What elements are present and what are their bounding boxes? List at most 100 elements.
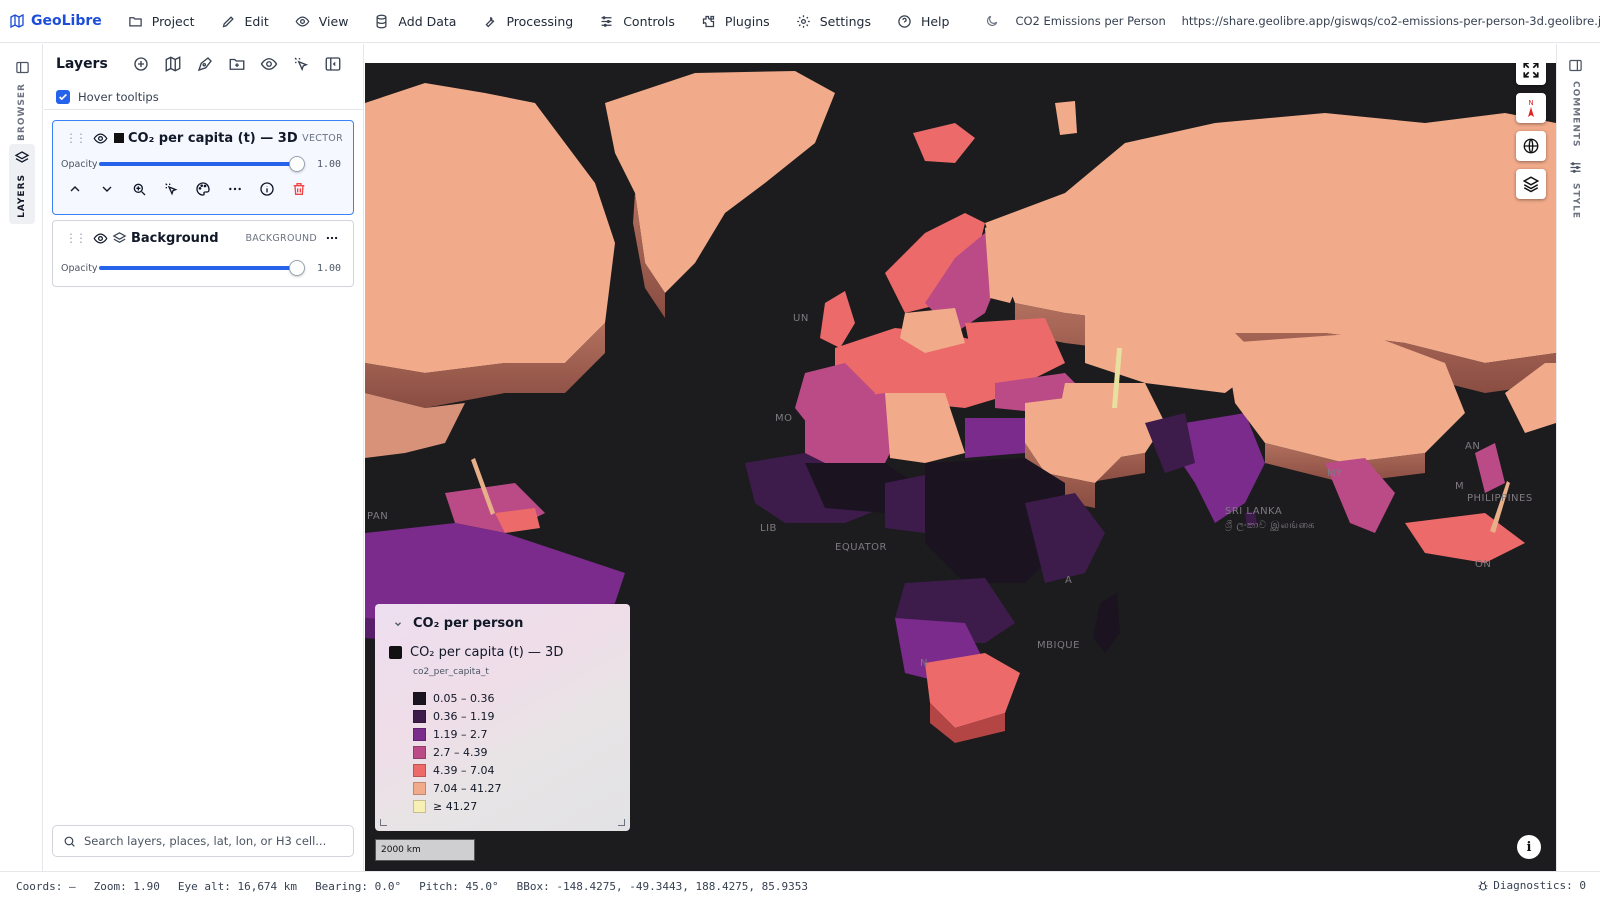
drag-handle-icon[interactable]: ⋮⋮ <box>65 231 87 245</box>
panel-title: Layers <box>56 56 108 72</box>
scale-bar: 2000 km <box>375 839 475 861</box>
compass-button[interactable]: N <box>1516 93 1546 123</box>
more-icon[interactable] <box>325 231 339 245</box>
add-group-icon[interactable] <box>228 55 246 73</box>
attribution-info-button[interactable]: i <box>1517 835 1541 859</box>
status-eye-alt: Eye alt: 16,674 km <box>177 879 298 893</box>
country-indonesia[interactable] <box>1405 513 1525 563</box>
menu-project[interactable]: Project <box>128 14 195 29</box>
chevron-down-icon[interactable] <box>393 619 403 629</box>
zoom-to-layer-icon[interactable] <box>131 181 147 197</box>
opacity-slider[interactable] <box>99 260 305 276</box>
status-coords: Coords: — <box>16 879 76 893</box>
document-url[interactable]: https://share.geolibre.app/giswqs/co2-em… <box>1182 14 1600 28</box>
move-down-icon[interactable] <box>99 181 115 197</box>
help-icon <box>898 14 911 28</box>
diagnostics-label: Diagnostics: 0 <box>1493 879 1586 892</box>
country-egypt[interactable] <box>965 418 1025 458</box>
legend-swatch <box>413 799 426 813</box>
identify-icon[interactable] <box>292 55 310 73</box>
gear-icon <box>796 14 810 28</box>
map-label: LIB <box>760 523 777 534</box>
legend-class: 7.04 – 41.27 <box>413 779 630 797</box>
add-basemap-icon[interactable] <box>132 55 150 73</box>
menu-project-label: Project <box>151 13 195 29</box>
rail-tab-browser[interactable]: BROWSER <box>9 54 35 147</box>
legend-class: 0.36 – 1.19 <box>413 707 630 725</box>
info-icon[interactable] <box>259 181 275 197</box>
map-label: ශ්‍රී ලංකාව இலங்கை <box>1225 520 1315 531</box>
eye-icon[interactable] <box>260 55 278 73</box>
brand-name: GeoLibre <box>31 13 102 29</box>
identify-icon[interactable] <box>163 181 179 197</box>
menu-plugins[interactable]: Plugins <box>701 14 770 29</box>
fullscreen-icon <box>1523 63 1539 78</box>
globe-icon <box>1523 138 1539 154</box>
visibility-eye-icon[interactable] <box>93 231 108 246</box>
opacity-slider-thumb[interactable] <box>289 260 305 276</box>
rail-tab-comments[interactable]: COMMENTS <box>1568 58 1583 147</box>
layer-search-box[interactable] <box>52 825 354 857</box>
hover-tooltips-toggle[interactable]: Hover tooltips <box>44 84 363 110</box>
diagnostics-button[interactable]: Diagnostics: 0 <box>1477 879 1586 892</box>
menu-controls[interactable]: Controls <box>599 14 675 29</box>
legend-swatch <box>413 763 426 777</box>
compass-n: N <box>1528 99 1533 107</box>
legend-swatch <box>413 727 426 741</box>
folder-icon <box>129 16 142 26</box>
basemap-switcher-button[interactable] <box>1516 169 1546 199</box>
menu-add-data[interactable]: Add Data <box>374 14 456 29</box>
menu-settings[interactable]: Settings <box>796 14 871 29</box>
compass-icon: N <box>1528 99 1534 117</box>
country-iceland[interactable] <box>913 123 975 163</box>
draw-icon[interactable] <box>196 55 214 73</box>
globe-projection-button[interactable] <box>1516 131 1546 161</box>
country-canada[interactable] <box>365 83 615 373</box>
country-pakistan[interactable] <box>1145 413 1195 473</box>
country-uk[interactable] <box>820 291 855 348</box>
rail-tab-style[interactable]: STYLE <box>1568 160 1583 219</box>
menu-add-data-label: Add Data <box>398 13 457 29</box>
map-label: PAN <box>367 511 389 522</box>
legend-swatch <box>413 709 426 723</box>
document-title: CO2 Emissions per Person (3D <box>1015 14 1167 28</box>
drag-handle-icon[interactable]: ⋮⋮ <box>65 131 87 145</box>
opacity-value: 1.00 <box>317 262 342 274</box>
layer-item-co2[interactable]: ⋮⋮ CO₂ per capita (t) — 3D VECTOR Opacit… <box>52 120 354 215</box>
info-icon: i <box>1526 839 1532 855</box>
app-brand[interactable]: GeoLibre <box>0 13 102 29</box>
opacity-label: Opacity <box>61 262 98 274</box>
fullscreen-button[interactable] <box>1516 63 1546 85</box>
map-label: ON <box>1475 559 1492 570</box>
visibility-eye-icon[interactable] <box>93 131 108 146</box>
menu-help-label: Help <box>920 13 950 29</box>
rail-tab-layers[interactable]: LAYERS <box>9 144 35 224</box>
map-canvas[interactable]: UN MO LIB EQUATOR PAN MBIQUE SRI LANKA ශ… <box>365 63 1556 871</box>
hover-tooltips-checkbox[interactable] <box>56 89 70 104</box>
resize-corner-icon[interactable] <box>618 819 625 826</box>
menu-view[interactable]: View <box>295 14 348 29</box>
delete-icon[interactable] <box>291 181 307 197</box>
theme-toggle[interactable] <box>985 14 999 28</box>
menu-bar: GeoLibre Project Edit View Add Data Proc… <box>0 0 1600 43</box>
opacity-slider-thumb[interactable] <box>289 156 305 172</box>
status-bar: Coords: — Zoom: 1.90 Eye alt: 16,674 km … <box>0 871 1600 900</box>
palette-icon[interactable] <box>195 181 211 197</box>
menu-help[interactable]: Help <box>897 13 950 29</box>
wrench-icon <box>485 16 495 27</box>
search-input[interactable] <box>84 834 334 848</box>
map-icon[interactable] <box>164 55 182 73</box>
opacity-slider[interactable] <box>99 156 305 172</box>
layer-item-background[interactable]: ⋮⋮ Background BACKGROUND Opacity 1.00 <box>52 220 354 287</box>
menu-edit[interactable]: Edit <box>221 14 269 29</box>
map-label: MY <box>1327 468 1343 479</box>
legend-class: 2.7 – 4.39 <box>413 743 630 761</box>
pencil-icon <box>222 15 234 27</box>
country-greenland[interactable] <box>605 71 835 293</box>
menu-processing[interactable]: Processing <box>482 14 573 29</box>
country-madagascar[interactable] <box>1093 593 1120 653</box>
resize-corner-icon[interactable] <box>380 819 387 826</box>
move-up-icon[interactable] <box>67 181 83 197</box>
collapse-panel-icon[interactable] <box>324 55 342 73</box>
more-icon[interactable] <box>227 181 243 197</box>
